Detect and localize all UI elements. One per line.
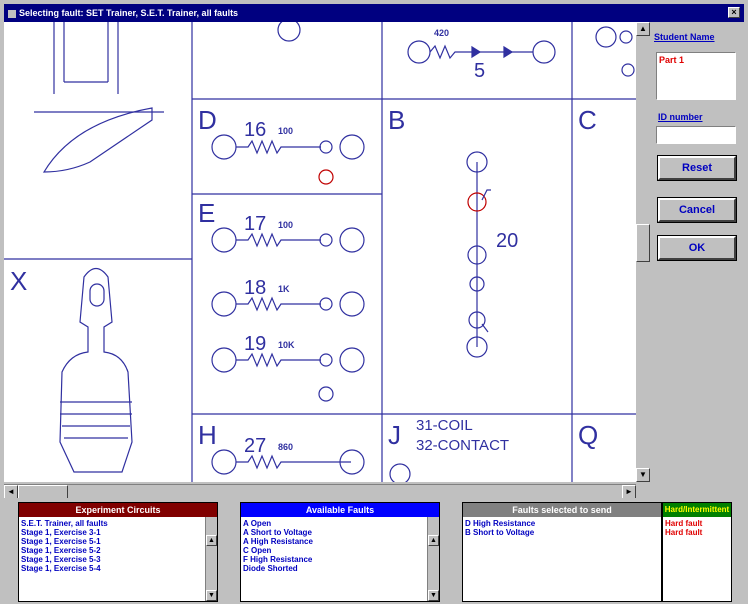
list-item[interactable]: Stage 1, Exercise 5-2 [19, 546, 217, 555]
student-name-field[interactable]: Part 1 [656, 52, 736, 100]
scroll-left-button[interactable]: ◄ [4, 485, 18, 499]
list-item[interactable]: A High Resistance [241, 537, 439, 546]
cancel-button[interactable]: Cancel [657, 197, 737, 223]
fault-type-header: Hard/Intermittent [663, 503, 731, 517]
selected-faults-list[interactable]: Faults selected to send D High Resistanc… [462, 502, 662, 602]
list-item[interactable]: B Short to Voltage [463, 528, 661, 537]
list-scroll-up-button[interactable]: ▲ [428, 535, 439, 546]
label-17: 17 [244, 213, 266, 235]
title-bar[interactable]: Selecting fault: SET Trainer, S.E.T. Tra… [4, 4, 744, 22]
id-number-label: ID number [658, 112, 703, 122]
ok-button[interactable]: OK [657, 235, 737, 261]
system-menu-icon[interactable] [8, 9, 16, 18]
close-button[interactable]: × [728, 7, 740, 18]
diagram-horizontal-scrollbar[interactable]: ◄ ► [4, 484, 636, 499]
list-item[interactable]: C Open [241, 546, 439, 555]
list-item[interactable]: S.E.T. Trainer, all faults [19, 519, 217, 528]
id-number-field[interactable] [656, 126, 736, 144]
circuit-diagram-canvas[interactable]: D B C E X H J Q 5 420 16 100 17 100 18 1… [4, 22, 636, 482]
list-item[interactable]: Diode Shorted [241, 564, 439, 573]
list-item[interactable]: F High Resistance [241, 555, 439, 564]
hscroll-thumb[interactable] [18, 485, 68, 499]
label-r19: 10K [278, 340, 295, 350]
scroll-right-button[interactable]: ► [622, 485, 636, 499]
diagram-vertical-scrollbar[interactable]: ▲ ▼ [636, 22, 650, 482]
list-scrollbar[interactable]: ▲ ▼ [205, 517, 217, 601]
list-item[interactable]: Hard fault [663, 519, 731, 528]
label-r17: 100 [278, 220, 293, 230]
experiment-circuits-list[interactable]: Experiment Circuits S.E.T. Trainer, all … [18, 502, 218, 602]
section-X: X [10, 266, 27, 296]
selected-faults-header: Faults selected to send [463, 503, 661, 517]
label-19: 19 [244, 333, 266, 355]
list-item[interactable]: A Short to Voltage [241, 528, 439, 537]
list-item[interactable]: Stage 1, Exercise 5-3 [19, 555, 217, 564]
section-D: D [198, 105, 217, 135]
label-18: 18 [244, 277, 266, 299]
list-item[interactable]: Stage 1, Exercise 5-4 [19, 564, 217, 573]
label-r5: 420 [434, 28, 449, 38]
list-scroll-down-button[interactable]: ▼ [206, 590, 217, 601]
label-16: 16 [244, 119, 266, 141]
window-title: Selecting fault: SET Trainer, S.E.T. Tra… [19, 8, 239, 18]
reset-button[interactable]: Reset [657, 155, 737, 181]
section-B: B [388, 105, 405, 135]
list-item[interactable]: Stage 1, Exercise 3-1 [19, 528, 217, 537]
available-faults-header: Available Faults [241, 503, 439, 517]
list-scroll-up-button[interactable]: ▲ [206, 535, 217, 546]
label-r16: 100 [278, 126, 293, 136]
scroll-up-button[interactable]: ▲ [636, 22, 650, 36]
list-scroll-down-button[interactable]: ▼ [428, 590, 439, 601]
application-window: Selecting fault: SET Trainer, S.E.T. Tra… [0, 0, 748, 604]
circuit-diagram: D B C E X H J Q 5 420 16 100 17 100 18 1… [4, 22, 636, 482]
label-20: 20 [496, 230, 518, 252]
available-faults-list[interactable]: Available Faults A Open A Short to Volta… [240, 502, 440, 602]
scroll-down-button[interactable]: ▼ [636, 468, 650, 482]
student-name-label: Student Name [654, 32, 715, 42]
list-item[interactable]: D High Resistance [463, 519, 661, 528]
label-r18: 1K [278, 284, 290, 294]
section-Q: Q [578, 420, 598, 450]
fault-type-list[interactable]: Hard/Intermittent Hard fault Hard fault [662, 502, 732, 602]
list-item[interactable]: Stage 1, Exercise 5-1 [19, 537, 217, 546]
list-scrollbar[interactable]: ▲ ▼ [427, 517, 439, 601]
list-item[interactable]: A Open [241, 519, 439, 528]
fault-selection-area: Experiment Circuits S.E.T. Trainer, all … [0, 498, 748, 604]
section-J: J [388, 420, 401, 450]
experiment-circuits-header: Experiment Circuits [19, 503, 217, 517]
label-27: 27 [244, 435, 266, 457]
label-contact: 32-CONTACT [416, 437, 509, 454]
list-item[interactable]: Hard fault [663, 528, 731, 537]
section-H: H [198, 420, 217, 450]
section-E: E [198, 198, 215, 228]
section-C: C [578, 105, 597, 135]
student-panel: Student Name Part 1 ID number Reset Canc… [652, 22, 748, 482]
label-r27: 860 [278, 442, 293, 452]
label-coil: 31-COIL [416, 417, 473, 434]
label-5: 5 [474, 60, 485, 82]
scroll-thumb[interactable] [636, 224, 650, 262]
